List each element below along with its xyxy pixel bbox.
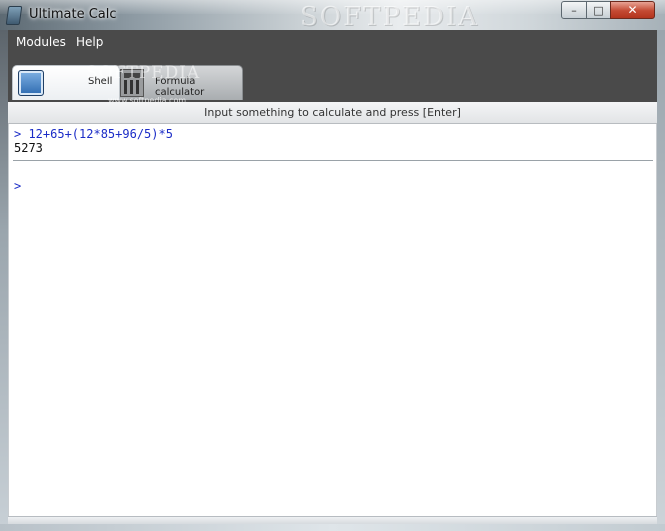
tab-watermark: SOFTPEDIA xyxy=(86,63,201,83)
history-output: 5273 xyxy=(14,141,43,155)
menu-tab-area: Modules Help Formula calculator Shell SO… xyxy=(8,30,657,105)
window-frame-left xyxy=(0,30,8,531)
history-input: > 12+65+(12*85+96/5)*5 xyxy=(14,127,173,141)
shell-console[interactable]: > 12+65+(12*85+96/5)*5 5273 > xyxy=(8,124,657,516)
window-title: Ultimate Calc xyxy=(29,7,117,22)
watermark: SOFTPEDIA xyxy=(300,2,479,32)
app-icon[interactable] xyxy=(5,6,23,25)
close-button[interactable]: ✕ xyxy=(610,1,655,19)
minimize-icon: – xyxy=(571,3,577,17)
status-bar xyxy=(8,516,657,524)
separator xyxy=(13,160,653,161)
maximize-icon: □ xyxy=(593,3,604,17)
hint-bar: Input something to calculate and press [… xyxy=(8,102,657,124)
close-icon: ✕ xyxy=(627,3,638,17)
menu-modules[interactable]: Modules xyxy=(14,35,68,49)
hint-text: Input something to calculate and press [… xyxy=(204,106,461,119)
window-frame-bottom xyxy=(0,524,665,531)
shell-icon xyxy=(18,70,44,96)
shell-input[interactable] xyxy=(31,176,631,196)
prompt-symbol: > xyxy=(14,179,22,193)
title-bar[interactable]: Ultimate Calc SOFTPEDIA – □ ✕ xyxy=(0,0,665,32)
minimize-button[interactable]: – xyxy=(561,1,587,19)
maximize-button[interactable]: □ xyxy=(586,1,611,19)
menu-help[interactable]: Help xyxy=(74,35,105,49)
window-frame-right xyxy=(657,30,665,531)
